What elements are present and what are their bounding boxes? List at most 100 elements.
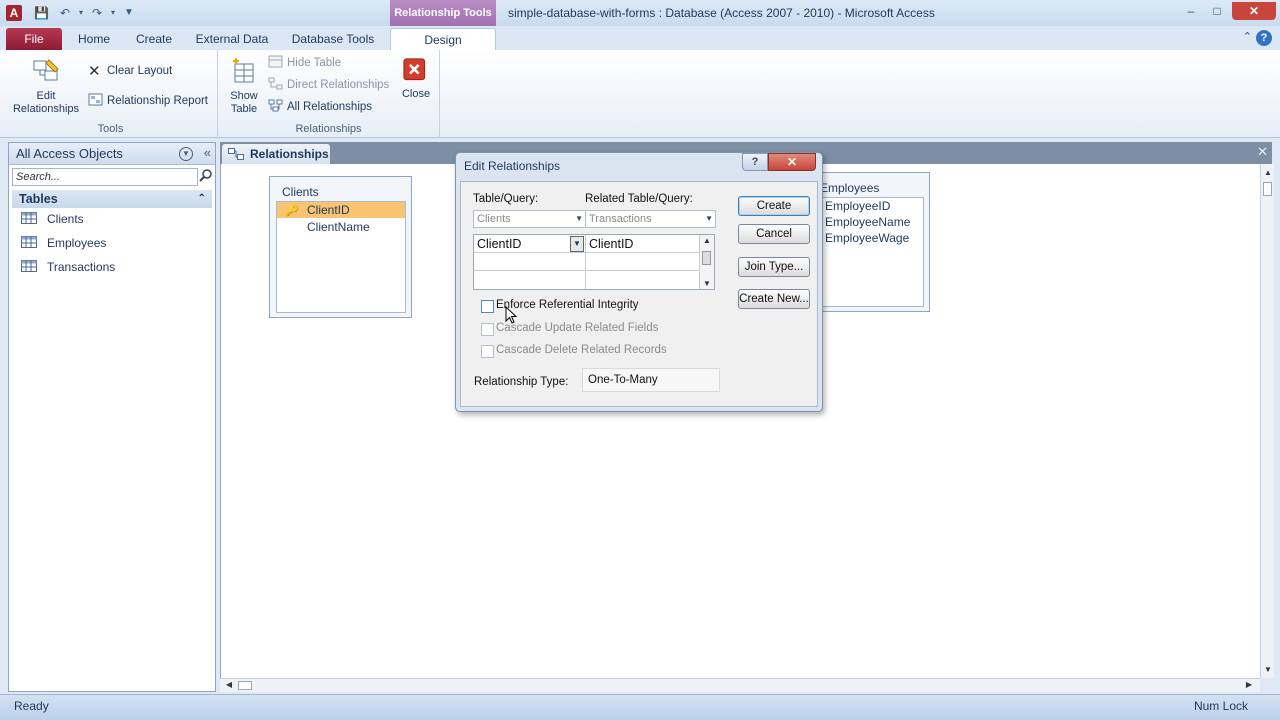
minimize-ribbon-icon[interactable]: ⌃ (1243, 30, 1252, 43)
horizontal-scrollbar[interactable]: ◀ ▶ (220, 678, 1260, 692)
nav-item-clients[interactable]: Clients (21, 209, 84, 229)
clear-layout-label: Clear Layout (107, 65, 173, 77)
access-logo-icon[interactable]: A (6, 5, 22, 21)
table-query-label: Table/Query: (473, 193, 539, 205)
show-table-button[interactable]: Show Table (224, 56, 264, 116)
field-employeename[interactable]: EmployeeName (815, 214, 910, 230)
vertical-scroll-thumb[interactable] (1263, 182, 1272, 196)
tab-file[interactable]: File (6, 28, 62, 50)
nav-item-label: Clients (47, 212, 84, 226)
nav-search-input[interactable]: Search... (12, 168, 198, 186)
tab-create[interactable]: Create (128, 28, 180, 50)
grid-empty-cell[interactable] (586, 271, 700, 289)
table-query-value: Clients (477, 213, 511, 225)
shutter-bar-collapse-icon[interactable]: « (204, 145, 211, 160)
redo-icon[interactable]: ↷ (90, 6, 104, 20)
enforce-referential-integrity-label[interactable]: Enforce Referential Integrity (496, 299, 639, 311)
right-field-value: ClientID (589, 237, 634, 251)
maximize-button[interactable]: □ (1204, 2, 1230, 20)
field-employeeid[interactable]: EmployeeID (815, 198, 890, 214)
tables-group-header[interactable]: Tables ⌃ (12, 190, 212, 208)
field-clientname[interactable]: ClientName (277, 219, 370, 235)
scroll-up-arrow-icon[interactable]: ▲ (1261, 168, 1275, 177)
scroll-up-arrow-icon[interactable]: ▲ (700, 236, 714, 245)
edit-relationships-label: Edit Relationships (12, 90, 80, 115)
tab-relationships[interactable]: Relationships (222, 144, 330, 164)
scroll-right-arrow-icon[interactable]: ▶ (1242, 680, 1256, 689)
nav-item-label: Transactions (47, 260, 116, 274)
direct-relationships-button[interactable]: Direct Relationships (268, 76, 389, 94)
edit-relationships-dialog: Edit Relationships ? ✕ Table/Query: Rela… (455, 152, 823, 412)
grid-empty-cell[interactable] (474, 271, 586, 289)
join-type-button[interactable]: Join Type... (738, 257, 810, 277)
all-relationships-button[interactable]: All Relationships (268, 98, 372, 116)
scroll-down-arrow-icon[interactable]: ▼ (1261, 665, 1275, 674)
create-new-button[interactable]: Create New... (738, 289, 810, 309)
clear-layout-button[interactable]: ✕ Clear Layout (88, 62, 172, 80)
left-field-value: ClientID (477, 237, 522, 251)
horizontal-scroll-thumb[interactable] (238, 681, 252, 690)
edit-relationships-button[interactable]: Edit Relationships (10, 56, 82, 116)
tab-design[interactable]: Design (390, 28, 496, 50)
close-relationships-button[interactable]: Close (396, 58, 436, 101)
vertical-scrollbar[interactable]: ▲ ▼ (1260, 164, 1274, 678)
grid-scroll-thumb[interactable] (702, 251, 711, 265)
undo-dropdown-icon[interactable]: ▾ (74, 6, 88, 20)
dialog-body: Table/Query: Related Table/Query: Client… (460, 181, 818, 407)
grid-right-field-cell[interactable]: ClientID (586, 235, 700, 253)
field-label: ClientID (307, 203, 350, 217)
hide-table-button[interactable]: Hide Table (268, 54, 341, 72)
cascade-update-label[interactable]: Cascade Update Related Fields (496, 322, 658, 334)
dialog-close-button[interactable]: ✕ (768, 153, 816, 171)
clients-table-box[interactable]: Clients 🔑 ClientID ClientName (269, 176, 412, 318)
tools-group-label: Tools (97, 123, 124, 135)
grid-scrollbar[interactable]: ▲ ▼ (700, 235, 714, 289)
collapse-group-icon[interactable]: ⌃ (198, 190, 206, 208)
grid-empty-cell[interactable] (586, 253, 700, 271)
relationship-report-label: Relationship Report (107, 95, 209, 107)
nav-pane-header[interactable]: All Access Objects ▼ « (9, 143, 215, 165)
relationship-tools-context-header: Relationship Tools (390, 0, 496, 26)
relationship-report-button[interactable]: Relationship Report (88, 92, 208, 110)
tab-database-tools[interactable]: Database Tools (284, 28, 382, 50)
related-table-query-label: Related Table/Query: (585, 193, 693, 205)
related-table-query-combo[interactable]: Transactions ▼ (585, 210, 716, 228)
help-icon[interactable]: ? (1256, 30, 1272, 46)
cascade-delete-checkbox[interactable] (481, 345, 494, 358)
cascade-delete-label[interactable]: Cascade Delete Related Records (496, 344, 667, 356)
status-text: Ready (14, 699, 49, 713)
relationships-group: Show Table Hide Table Direct Relationshi… (218, 50, 440, 138)
redo-dropdown-icon[interactable]: ▾ (106, 6, 120, 20)
cancel-button[interactable]: Cancel (738, 224, 810, 244)
create-button[interactable]: Create (738, 196, 810, 216)
all-relationships-label: All Relationships (287, 101, 373, 113)
table-icon (21, 212, 37, 224)
enforce-referential-integrity-checkbox[interactable] (481, 300, 494, 313)
doc-tab-label: Relationships (250, 147, 329, 161)
customize-qat-icon[interactable]: ▼ (122, 6, 136, 20)
dialog-help-button[interactable]: ? (742, 153, 768, 171)
scroll-down-arrow-icon[interactable]: ▼ (700, 279, 714, 288)
grid-dropdown-button[interactable]: ▼ (570, 236, 584, 252)
close-document-icon[interactable]: ✕ (1257, 144, 1268, 160)
hide-table-icon (268, 55, 283, 68)
nav-menu-dropdown-icon[interactable]: ▼ (179, 147, 193, 161)
minimize-button[interactable]: – (1178, 2, 1204, 20)
cascade-update-checkbox[interactable] (481, 323, 494, 336)
close-window-button[interactable]: ✕ (1232, 2, 1276, 20)
nav-item-employees[interactable]: Employees (21, 233, 106, 253)
field-clientid[interactable]: 🔑 ClientID (277, 202, 405, 218)
field-employeewage[interactable]: EmployeeWage (815, 230, 909, 246)
tab-external-data[interactable]: External Data (190, 28, 274, 50)
grid-empty-cell[interactable] (474, 253, 586, 271)
nav-item-label: Employees (47, 236, 107, 250)
save-icon[interactable]: 💾 (34, 6, 49, 20)
status-bar: Ready Num Lock (0, 694, 1280, 720)
table-query-combo[interactable]: Clients ▼ (473, 210, 586, 228)
scroll-left-arrow-icon[interactable]: ◀ (222, 680, 236, 689)
employees-table-box[interactable]: Employees EmployeeID EmployeeName Employ… (807, 172, 930, 312)
nav-item-transactions[interactable]: Transactions (21, 257, 115, 277)
undo-icon[interactable]: ↶ (58, 6, 72, 20)
tab-home[interactable]: Home (70, 28, 118, 50)
search-icon[interactable] (199, 169, 213, 183)
